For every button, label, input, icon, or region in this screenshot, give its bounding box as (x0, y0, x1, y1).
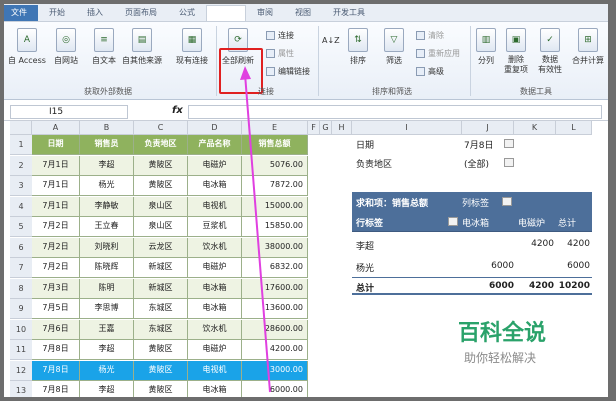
annotation-arrow (240, 66, 271, 393)
